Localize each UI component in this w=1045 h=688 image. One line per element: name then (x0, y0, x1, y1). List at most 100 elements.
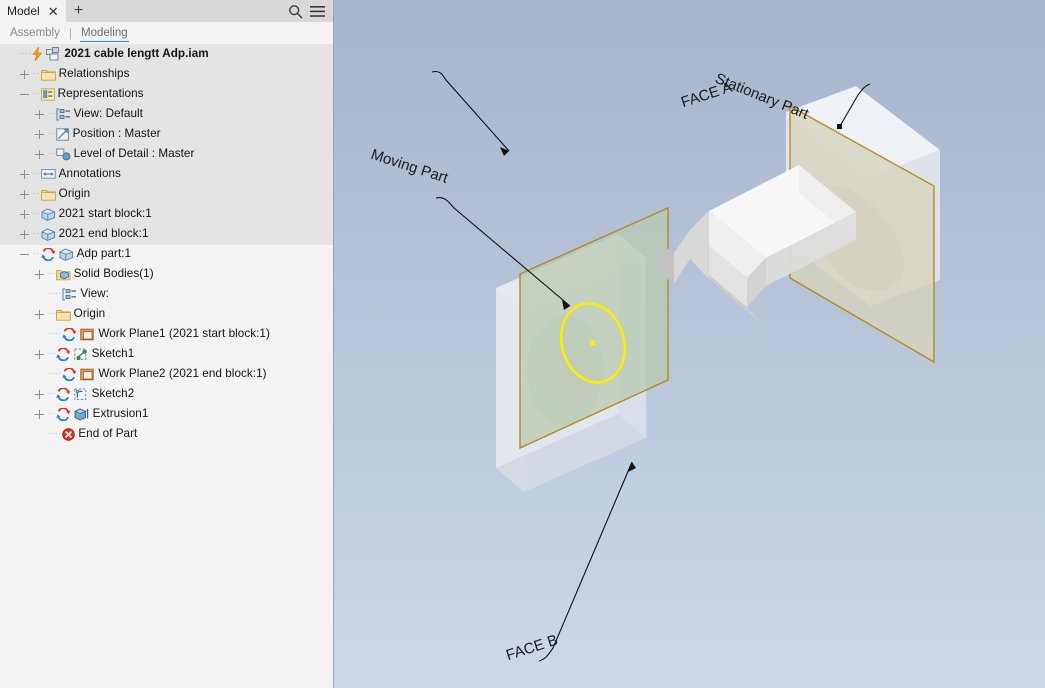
solid-bodies-icon (55, 268, 71, 281)
expand-icon[interactable] (34, 149, 45, 160)
tree-row[interactable]: ·· Sketch1 (0, 344, 333, 364)
expand-icon[interactable] (34, 349, 45, 360)
expand-icon[interactable] (19, 189, 30, 200)
subtab-assembly[interactable]: Assembly (9, 25, 61, 42)
tree-row-label: Sketch1 (91, 347, 135, 360)
tree-row-label: 2021 end block:1 (58, 227, 149, 240)
model-tree[interactable]: ···· 2021 cable lengtt Adp.iam ·· Relations… (0, 44, 333, 688)
view-representation-icon (62, 288, 77, 301)
expand-icon[interactable] (34, 309, 45, 320)
view-representation-icon (56, 108, 71, 121)
tree-row[interactable]: ·· Origin (0, 184, 333, 204)
expand-icon[interactable] (19, 229, 30, 240)
expand-icon[interactable] (34, 129, 45, 140)
tree-row[interactable]: ·· Extrusion1 (0, 404, 333, 424)
tree-connector: ·· (33, 248, 40, 259)
folder-icon (40, 68, 56, 81)
tree-connector: ·· (48, 268, 55, 279)
tree-row-label: Annotations (58, 167, 121, 180)
work-plane-icon (80, 368, 95, 381)
cad-scene (431, 70, 940, 662)
expand-icon[interactable] (34, 389, 45, 400)
browser-subtabs: Assembly | Modeling (0, 22, 333, 44)
tree-rows: ···· 2021 cable lengtt Adp.iam ·· Relations… (0, 44, 333, 444)
tree-connector: ·· (33, 88, 40, 99)
folder-icon (40, 188, 56, 201)
expand-icon[interactable] (19, 209, 30, 220)
hamburger-menu-icon[interactable] (310, 5, 325, 18)
tree-row[interactable]: ·· 2021 end block:1 (0, 224, 333, 244)
expand-icon[interactable] (19, 69, 30, 80)
tree-row[interactable]: ·· Annotations (0, 164, 333, 184)
expand-icon[interactable] (19, 169, 30, 180)
adaptive-icon (62, 327, 77, 341)
tree-connector: ·· (33, 188, 40, 199)
position-representation-icon (56, 127, 70, 141)
tree-row[interactable]: ·· Origin (0, 304, 333, 324)
tree-row-label: View: (80, 287, 109, 300)
tree-row[interactable]: ·· Level of Detail : Master (0, 144, 333, 164)
tree-row-label: Solid Bodies(1) (73, 267, 154, 280)
sketch2-icon (73, 388, 89, 401)
tree-row[interactable]: ···· View: (0, 284, 333, 304)
representations-icon (40, 87, 55, 101)
tree-row-label: Work Plane1 (2021 start block:1) (98, 327, 270, 340)
expand-icon[interactable] (34, 409, 45, 420)
tree-connector: ·· (33, 68, 40, 79)
adaptive-icon (55, 387, 71, 401)
subtab-modeling[interactable]: Modeling (79, 25, 129, 42)
collapse-icon[interactable] (19, 249, 30, 260)
tree-connector: ···· (18, 48, 32, 59)
adaptive-icon (62, 367, 77, 381)
leader-face-a (431, 70, 510, 156)
expand-icon[interactable] (34, 269, 45, 280)
tree-connector: ·· (33, 168, 40, 179)
tree-connector: ·· (48, 308, 55, 319)
tree-row[interactable]: ···· End of Part (0, 424, 333, 444)
extrusion-icon (73, 407, 90, 421)
tree-row[interactable]: ···· Work Plane2 (2021 end block:1) (0, 364, 333, 384)
tree-row-label: 2021 start block:1 (58, 207, 152, 220)
graphics-viewport[interactable]: Moving Part FACE A Stationary Part FACE … (334, 0, 1045, 688)
collapse-icon[interactable] (19, 89, 30, 100)
tab-model-label: Model (7, 4, 40, 18)
tree-row[interactable]: ·· View: Default (0, 104, 333, 124)
work-plane-icon (80, 328, 95, 341)
lightning-icon (32, 47, 43, 61)
lod-representation-icon (56, 148, 71, 161)
tab-model[interactable]: Model ✕ (0, 0, 66, 22)
tree-row[interactable]: ·· Position : Master (0, 124, 333, 144)
close-icon[interactable]: ✕ (46, 5, 61, 18)
inventor-window: Model ✕ + Assembly | Modeling ···· 2021 … (0, 0, 1045, 688)
annotations-icon (40, 168, 56, 180)
browser-tabstrip: Model ✕ + (0, 0, 333, 22)
tree-row[interactable]: ·· Solid Bodies(1) (0, 264, 333, 284)
search-icon[interactable] (288, 4, 303, 19)
tree-connector: ·· (33, 208, 40, 219)
expand-icon[interactable] (34, 109, 45, 120)
tree-row[interactable]: ·· Representations (0, 84, 333, 104)
folder-icon (55, 308, 71, 321)
leader-face-b (538, 461, 636, 662)
tree-row-label: Adp part:1 (76, 247, 132, 260)
tree-row[interactable]: ·· Adp part:1 (0, 244, 333, 264)
tree-connector: ·· (33, 228, 40, 239)
tree-connector: ·· (48, 108, 55, 119)
tree-connector: ···· (48, 288, 62, 299)
tree-row[interactable]: ···· Work Plane1 (2021 start block:1) (0, 324, 333, 344)
add-tab-button[interactable]: + (66, 0, 92, 22)
tree-connector: ·· (48, 408, 55, 419)
tabstrip-spacer (92, 0, 288, 22)
subtab-separator: | (68, 26, 72, 40)
tree-row[interactable]: ·· Sketch2 (0, 384, 333, 404)
tree-connector: ···· (48, 368, 62, 379)
tree-row[interactable]: ·· 2021 start block:1 (0, 204, 333, 224)
tree-row[interactable]: ·· Relationships (0, 64, 333, 84)
tree-row[interactable]: ···· 2021 cable lengtt Adp.iam (0, 44, 333, 64)
tree-connector: ·· (48, 388, 55, 399)
tree-row-label: Representations (57, 87, 144, 100)
tree-row-label: Work Plane2 (2021 end block:1) (98, 367, 267, 380)
